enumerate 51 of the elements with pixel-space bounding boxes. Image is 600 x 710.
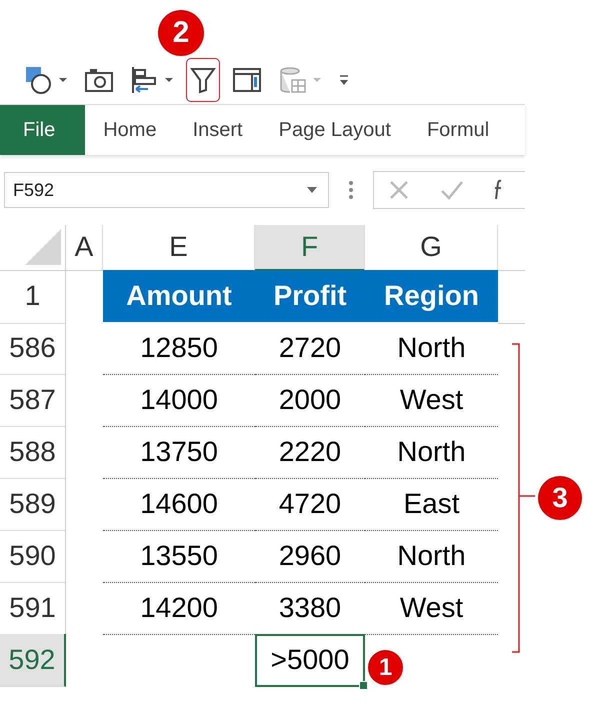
row-header[interactable]: 586 (0, 322, 66, 375)
caret-icon (58, 77, 68, 83)
table-cell: North (365, 426, 498, 479)
row-header[interactable]: 1 (0, 270, 66, 324)
table-cell: 2960 (255, 530, 365, 583)
caret-icon (312, 77, 322, 83)
table-cell: 13750 (103, 426, 255, 479)
database-icon (278, 65, 308, 95)
row-header[interactable]: 589 (0, 478, 66, 531)
table-cell: 13550 (103, 530, 255, 583)
ribbon-tab[interactable]: Home (85, 105, 175, 155)
table-header-cell: Region (365, 270, 498, 324)
shapes-icon (24, 65, 54, 95)
row-header[interactable]: 592 (0, 634, 66, 687)
criteria-cell[interactable]: >5000 (255, 634, 365, 687)
column-header[interactable]: A (66, 225, 103, 271)
table-cell: 14600 (103, 478, 255, 531)
overflow-icon (338, 73, 350, 87)
row-header[interactable]: 588 (0, 426, 66, 479)
ribbon-tab[interactable]: Insert (174, 105, 261, 155)
filter-icon (190, 65, 216, 95)
row-header[interactable]: 590 (0, 530, 66, 583)
table-cell: East (365, 478, 498, 531)
ribbon-tab[interactable]: Page Layout (260, 105, 409, 155)
table-cell: West (365, 582, 498, 635)
row-header[interactable]: 587 (0, 374, 66, 427)
table-cell: 14200 (103, 582, 255, 635)
table-cell: West (365, 374, 498, 427)
step-badge: 2 (158, 10, 204, 56)
table-cell: North (365, 530, 498, 583)
name-box[interactable]: F592 (4, 172, 329, 208)
function-icon[interactable] (494, 178, 502, 202)
table-cell: 3380 (255, 582, 365, 635)
ribbon-tab[interactable]: Formul (408, 105, 508, 155)
grip-icon (349, 180, 353, 200)
step-badge: 3 (538, 476, 582, 520)
table-cell: 4720 (255, 478, 365, 531)
table-cell: North (365, 322, 498, 375)
table-header-cell: Amount (103, 270, 255, 324)
table-cell: 2720 (255, 322, 365, 375)
ribbon-tab[interactable]: File (0, 105, 86, 155)
table-cell: 2220 (255, 426, 365, 479)
pane-icon (232, 65, 262, 95)
table-cell: 2000 (255, 374, 365, 427)
table-header-cell: Profit (255, 270, 365, 324)
table-cell: 12850 (103, 322, 255, 375)
caret-icon (164, 77, 174, 83)
table-cell: 14000 (103, 374, 255, 427)
toolbar-button[interactable] (186, 58, 220, 102)
column-header[interactable]: F (255, 225, 365, 271)
step-badge: 1 (368, 650, 403, 685)
